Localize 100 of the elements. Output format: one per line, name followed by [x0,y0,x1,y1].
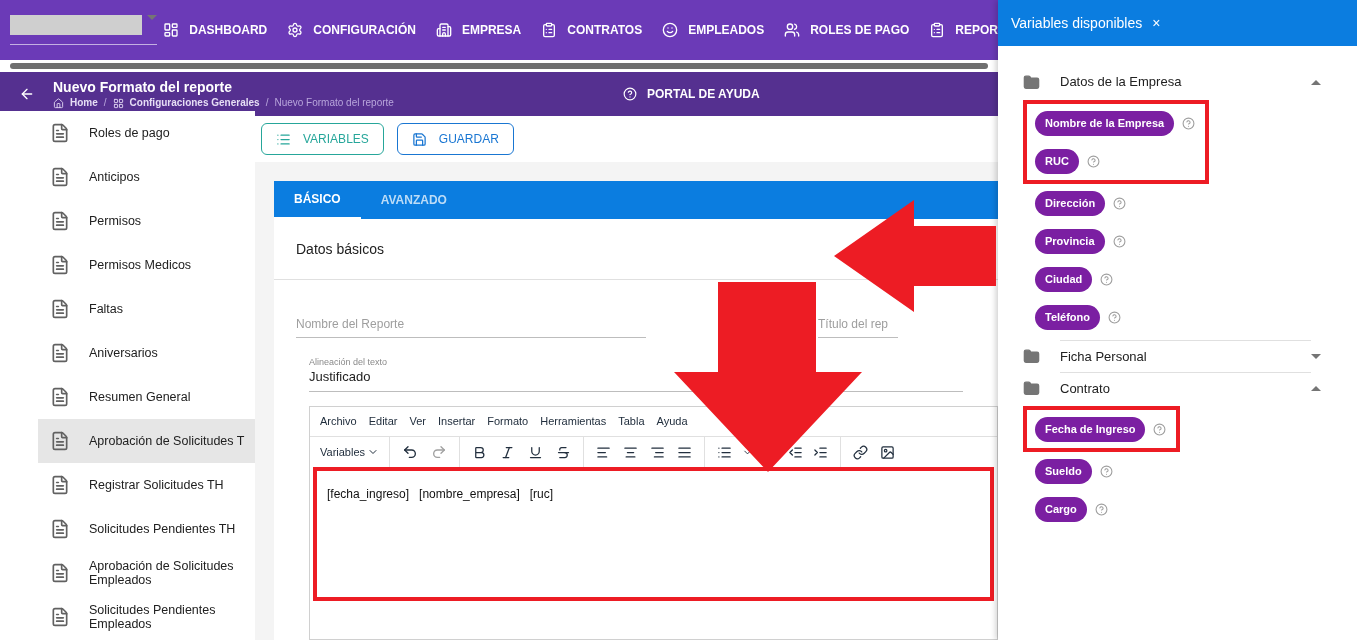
nav-link[interactable]: ROLES DE PAGO [784,21,910,39]
breadcrumb-link[interactable]: Home [70,96,98,110]
editor-menu-item[interactable]: Tabla [618,413,645,430]
tab[interactable]: BÁSICO [274,181,361,219]
sidebar-item[interactable]: Roles de pago [38,111,255,155]
image-icon[interactable] [880,444,896,460]
caret-down-icon [147,15,158,20]
page-title: Nuevo Formato del reporte [53,78,233,96]
variable-chip[interactable]: Teléfono [1035,304,1100,330]
variable-chip[interactable]: RUC [1035,148,1079,174]
sidebar-item[interactable]: Solicitudes Pendientes TH [38,507,255,551]
variable-group-header[interactable]: Datos de la Empresa [1023,66,1337,98]
variable-group-header[interactable]: Contrato [1023,372,1337,404]
variable-chip[interactable]: Ciudad [1035,266,1093,292]
editor-menu-item[interactable]: Herramientas [540,413,607,430]
help-icon[interactable] [1086,154,1100,168]
breadcrumb-separator: / [103,96,107,110]
italic-icon[interactable] [500,444,516,460]
help-icon[interactable] [1182,116,1196,130]
undo-icon[interactable] [402,444,419,460]
pdf-file-icon [50,299,70,319]
nav-link[interactable]: EMPLEADOS [662,21,765,39]
variable-chip[interactable]: Dirección [1035,190,1106,216]
redo-icon[interactable] [431,444,448,460]
indent-icon[interactable] [813,444,829,460]
grid-icon [112,97,124,109]
folder-icon [1023,379,1040,397]
help-icon[interactable] [1108,310,1121,324]
settings-icon [287,22,304,38]
pdf-file-icon [50,475,70,495]
text-field[interactable]: Título del rep [818,310,898,338]
editor-menu-item[interactable]: Formato [487,413,529,430]
variables-dropdown[interactable]: Variables [310,437,391,467]
close-button[interactable]: × [1152,12,1161,34]
sidebar-item[interactable]: Permisos Medicos [38,243,255,287]
help-icon[interactable] [1112,234,1126,248]
variable-group-header[interactable]: Ficha Personal [1023,340,1337,372]
help-icon[interactable] [1100,272,1114,286]
help-icon [623,87,637,101]
help-icon[interactable] [1099,464,1113,478]
sidebar-item[interactable]: Permisos [38,199,255,243]
clipboard-icon [541,22,558,38]
editor-content[interactable]: [fecha_ingreso] [nombre_empresa] [ruc] [327,487,554,501]
pdf-file-icon [50,563,70,583]
outdent-icon[interactable] [788,444,804,460]
help-icon[interactable] [1153,422,1167,436]
variable-chip[interactable]: Fecha de Ingreso [1035,416,1146,442]
underline-icon[interactable] [528,444,544,460]
sidebar-item[interactable]: Faltas [38,287,255,331]
pdf-file-icon [50,343,70,363]
variable-chip[interactable]: Nombre de la Empresa [1035,110,1175,136]
text-field[interactable]: Nombre del Reporte [296,310,646,338]
caret-down-icon [1311,353,1321,359]
caret-up-icon [1311,79,1321,85]
section-title: Datos básicos [296,239,384,259]
editor-menu-item[interactable]: Editar [368,413,398,430]
horizontal-scrollbar[interactable] [10,63,988,69]
nav-link[interactable]: CONTRATOS [541,21,643,39]
variable-chip[interactable]: Sueldo [1035,458,1092,484]
editor-menu-item[interactable]: Archivo [320,413,357,430]
pdf-file-icon [50,123,70,143]
help-icon[interactable] [1094,502,1108,516]
align-justify-icon[interactable] [677,444,693,460]
save-button[interactable]: GUARDAR [396,123,514,155]
sidebar-item[interactable]: Registrar Solicitudes TH [38,463,255,507]
align-left-icon[interactable] [596,444,612,460]
nav-link[interactable]: REPOR [929,21,998,39]
help-icon[interactable] [1113,196,1127,210]
sidebar-item[interactable]: Aniversarios [38,331,255,375]
back-icon[interactable] [19,86,35,102]
help-portal-link[interactable]: PORTAL DE AYUDA [623,85,760,103]
editor-menu-item[interactable]: Insertar [437,413,476,430]
editor-menu-item[interactable]: Ayuda [656,413,688,430]
nav-link[interactable]: DASHBOARD [163,21,268,39]
sidebar-item[interactable]: Aprobación de Solicitudes T [38,419,255,463]
clipboard-icon [929,22,946,38]
sidebar-item[interactable]: Solicitudes Pendientes Empleados [38,595,255,639]
align-center-icon[interactable] [623,444,639,460]
breadcrumb-link[interactable]: Configuraciones Generales [129,96,260,110]
strikethrough-icon[interactable] [556,444,572,460]
nav-link[interactable]: CONFIGURACIÓN [287,21,416,39]
people-icon [784,22,801,38]
breadcrumb-separator: / [265,96,269,110]
pdf-file-icon [50,167,70,187]
sidebar-item[interactable]: Resumen General [38,375,255,419]
link-icon[interactable] [853,444,869,460]
sidebar-item[interactable]: Aprobación de Solicitudes Empleados [38,551,255,595]
editor-menu-item[interactable]: Ver [409,413,426,430]
folder-icon [1023,73,1040,91]
sidebar-item[interactable]: Anticipos [38,155,255,199]
align-right-icon[interactable] [650,444,666,460]
variable-chip[interactable]: Provincia [1035,228,1105,254]
pdf-file-icon [50,211,70,231]
breadcrumb-link[interactable]: Nuevo Formato del reporte [274,96,394,110]
caret-up-icon [1311,385,1321,391]
company-select[interactable] [10,15,158,45]
variable-chip[interactable]: Cargo [1035,496,1087,522]
pdf-file-icon [50,255,70,275]
nav-link[interactable]: EMPRESA [435,21,522,39]
bullet-list-icon[interactable] [717,444,733,460]
